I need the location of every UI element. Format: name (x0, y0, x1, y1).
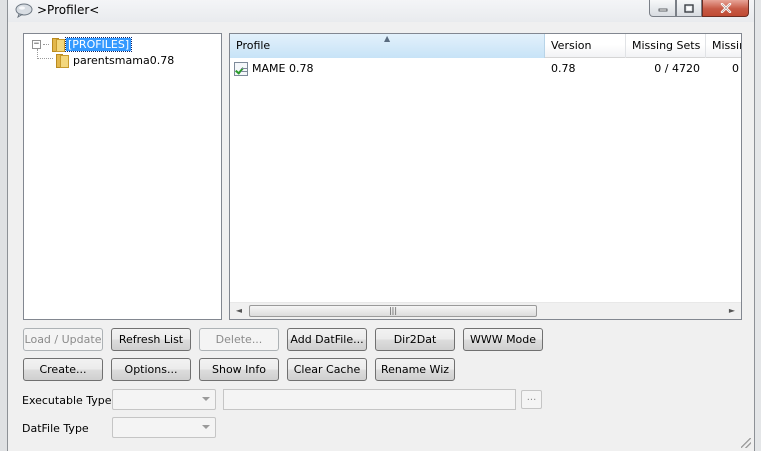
executable-path-field[interactable] (223, 389, 516, 410)
maximize-icon (684, 3, 694, 13)
cell-version: 0.78 (551, 62, 576, 75)
sort-ascending-icon: ▲ (384, 34, 391, 43)
cell-profile: MAME 0.78 (234, 60, 313, 78)
column-header-profile[interactable]: Profile ▲ (230, 34, 545, 58)
tree-node-parentsmama[interactable]: parentsmama0.78 (54, 52, 174, 68)
folder-icon (50, 37, 65, 52)
folder-icon (54, 53, 69, 68)
show-info-button[interactable]: Show Info (199, 358, 279, 381)
profiles-list[interactable]: Profile ▲ Version Missing Sets Missin MA… (229, 33, 742, 320)
table-row[interactable]: MAME 0.78 0.78 0 / 4720 0 (230, 60, 741, 78)
scroll-right-icon[interactable]: ► (725, 305, 739, 317)
app-chat-bubble-icon (15, 3, 33, 18)
collapse-icon[interactable]: − (32, 39, 41, 49)
delete-button[interactable]: Delete... (199, 328, 279, 351)
minimize-button[interactable] (649, 0, 676, 17)
tree-node-label[interactable]: [PROFILES] (64, 36, 133, 52)
maximize-button[interactable] (676, 0, 702, 17)
create-button[interactable]: Create... (23, 358, 103, 381)
profiles-tree[interactable]: − [PROFILES] parentsmama0.78 (23, 33, 222, 320)
column-header-missing-sets[interactable]: Missing Sets (626, 34, 706, 58)
checked-profile-icon (234, 62, 248, 76)
executable-type-select[interactable] (112, 389, 216, 410)
tree-node-label[interactable]: parentsmama0.78 (73, 54, 174, 67)
executable-type-label: Executable Type (22, 394, 112, 407)
column-header-missing[interactable]: Missin (706, 34, 741, 58)
load-update-button[interactable]: Load / Update (23, 328, 103, 351)
browse-button[interactable]: ... (521, 390, 542, 409)
refresh-list-button[interactable]: Refresh List (111, 328, 191, 351)
window-client-area: − [PROFILES] parentsmama0.78 Profile ▲ V… (8, 22, 754, 451)
chevron-down-icon (202, 397, 210, 401)
minimize-icon (658, 8, 667, 12)
profiler-window: >Profiler< − [PROFILES] parentsmama0.78 … (7, 0, 755, 451)
profile-name: MAME 0.78 (252, 62, 314, 75)
column-header-version[interactable]: Version (545, 34, 626, 58)
resize-grip-icon[interactable] (741, 438, 751, 448)
list-header: Profile ▲ Version Missing Sets Missin (230, 34, 741, 58)
scroll-left-icon[interactable]: ◄ (232, 305, 246, 317)
add-datfile-button[interactable]: Add DatFile... (287, 328, 367, 351)
scroll-thumb[interactable]: ||| (249, 305, 537, 317)
datfile-type-select[interactable] (112, 417, 216, 438)
cell-missing: 0 (732, 62, 739, 75)
tree-node-profiles[interactable]: − [PROFILES] (32, 36, 133, 52)
datfile-type-label: DatFile Type (22, 422, 89, 435)
dir2dat-button[interactable]: Dir2Dat (375, 328, 455, 351)
close-button[interactable] (702, 0, 749, 17)
clear-cache-button[interactable]: Clear Cache (287, 358, 367, 381)
rename-wiz-button[interactable]: Rename Wiz (375, 358, 455, 381)
window-title: >Profiler< (37, 3, 100, 17)
options-button[interactable]: Options... (111, 358, 191, 381)
www-mode-button[interactable]: WWW Mode (463, 328, 543, 351)
horizontal-scrollbar[interactable]: ◄ ||| ► (230, 302, 741, 319)
cell-missing-sets: 0 / 4720 (654, 62, 700, 75)
close-icon (720, 3, 731, 13)
desktop-background-right (755, 0, 761, 451)
chevron-down-icon (202, 425, 210, 429)
title-bar[interactable]: >Profiler< (8, 0, 754, 22)
tree-dots (43, 43, 49, 45)
